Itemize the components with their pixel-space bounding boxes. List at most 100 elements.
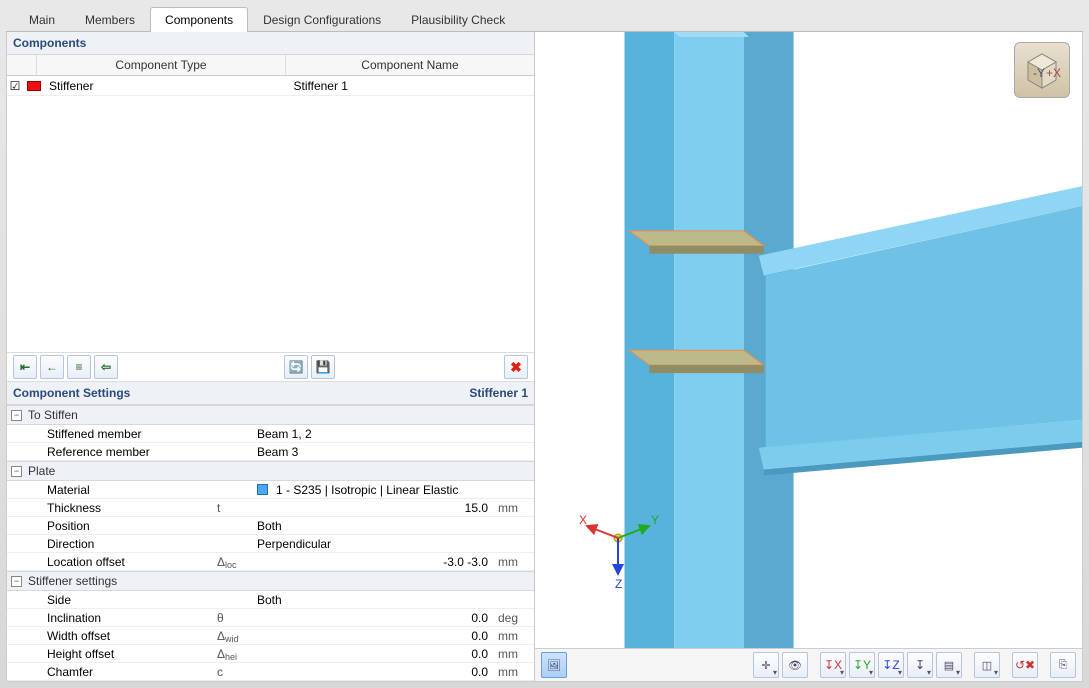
prop-row[interactable]: Material 1 - S235 | Isotropic | Linear El… — [7, 481, 534, 499]
prop-value[interactable]: 15.0 — [257, 501, 492, 515]
prop-row[interactable]: Inclinationθ0.0deg — [7, 609, 534, 627]
axes-toggle-button[interactable]: ✛ — [753, 652, 779, 678]
prop-row[interactable]: Location offsetΔloc-3.0 -3.0mm — [7, 553, 534, 571]
view-x-button[interactable]: ↧X — [820, 652, 846, 678]
prop-label: Side — [27, 593, 217, 607]
components-grid-body[interactable]: ☑ Stiffener Stiffener 1 — [7, 76, 534, 352]
prop-section-head[interactable]: −Plate — [7, 461, 534, 481]
prop-unit: mm — [492, 647, 534, 661]
viewport-3d[interactable]: -Y +X X Y Z — [535, 32, 1082, 648]
view-z-button[interactable]: ↧Z — [878, 652, 904, 678]
view-fit-button[interactable]: 👁 — [782, 652, 808, 678]
view-mode-button[interactable]: 🖼 — [541, 652, 567, 678]
prop-section-head[interactable]: −To Stiffen — [7, 405, 534, 425]
prop-row[interactable]: Reference member Beam 3 — [7, 443, 534, 461]
prop-label: Location offset — [27, 555, 217, 569]
right-pane: -Y +X X Y Z — [535, 32, 1082, 681]
prop-value[interactable]: Perpendicular — [257, 537, 492, 551]
prop-row[interactable]: Direction Perpendicular — [7, 535, 534, 553]
tab-components[interactable]: Components — [150, 7, 248, 32]
prop-symbol: θ — [217, 611, 257, 625]
prop-section-title: Stiffener settings — [28, 574, 117, 588]
components-toolbar: ⇤ ← ≡ ⇦ 🔄 💾 ✖ — [7, 352, 534, 382]
svg-text:+X: +X — [1046, 66, 1061, 80]
prop-value[interactable]: 0.0 — [257, 647, 492, 661]
expander-icon[interactable]: − — [11, 410, 22, 421]
refresh-button[interactable]: 🔄 — [284, 355, 308, 379]
components-title: Components — [13, 36, 86, 50]
table-row[interactable]: ☑ Stiffener Stiffener 1 — [7, 76, 534, 96]
prop-label: Direction — [27, 537, 217, 551]
prop-row[interactable]: Side Both — [7, 591, 534, 609]
prop-value[interactable]: 0.0 — [257, 665, 492, 679]
view-reset-button[interactable]: ↺✖ — [1012, 652, 1038, 678]
property-grid[interactable]: −To StiffenStiffened memberBeam 1, 2Refe… — [7, 405, 534, 681]
prop-section-head[interactable]: −Stiffener settings — [7, 571, 534, 591]
prop-label: Chamfer — [27, 665, 217, 679]
components-panel-header: Components — [7, 32, 534, 55]
col-component-name[interactable]: Component Name — [286, 55, 534, 75]
tab-members[interactable]: Members — [70, 7, 150, 32]
row-checkbox[interactable]: ☑ — [7, 79, 23, 93]
prop-row[interactable]: Position Both — [7, 517, 534, 535]
prop-unit: mm — [492, 629, 534, 643]
prop-label: Material — [27, 483, 217, 497]
prop-symbol: Δloc — [217, 555, 257, 569]
prop-symbol: Δhei — [217, 647, 257, 661]
prop-unit: mm — [492, 665, 534, 679]
save-button[interactable]: 💾 — [311, 355, 335, 379]
col-component-type[interactable]: Component Type — [37, 55, 286, 75]
tab-plausibility-check[interactable]: Plausibility Check — [396, 7, 520, 32]
prop-label: Width offset — [27, 629, 217, 643]
left-pane: Components Component Type Component Name… — [7, 32, 535, 681]
prop-value[interactable]: Beam 3 — [257, 445, 492, 459]
prop-value[interactable]: -3.0 -3.0 — [257, 555, 492, 569]
prop-row[interactable]: Thicknesst15.0mm — [7, 499, 534, 517]
move-first-button[interactable]: ⇤ — [13, 355, 37, 379]
navigation-cube[interactable]: -Y +X — [1014, 42, 1070, 98]
view-iso-button[interactable]: ↧ — [907, 652, 933, 678]
settings-panel-header: Component Settings Stiffener 1 — [7, 382, 534, 405]
row-color-swatch[interactable] — [27, 81, 41, 91]
expander-icon[interactable]: − — [11, 576, 22, 587]
prop-label: Thickness — [27, 501, 217, 515]
prop-label: Height offset — [27, 647, 217, 661]
view-cube-button[interactable]: ◫ — [974, 652, 1000, 678]
prop-value[interactable]: 0.0 — [257, 629, 492, 643]
prop-value[interactable]: 1 - S235 | Isotropic | Linear Elastic — [257, 483, 492, 497]
svg-text:Y: Y — [651, 513, 659, 527]
prop-row[interactable]: Height offsetΔhei0.0mm — [7, 645, 534, 663]
tab-main[interactable]: Main — [14, 7, 70, 32]
settings-subtitle: Stiffener 1 — [469, 386, 528, 400]
svg-text:X: X — [579, 513, 587, 527]
prop-value[interactable]: 0.0 — [257, 611, 492, 625]
prop-label: Reference member — [27, 445, 217, 459]
expander-icon[interactable]: − — [11, 466, 22, 477]
svg-text:Z: Z — [615, 577, 622, 591]
row-type: Stiffener — [45, 79, 290, 93]
prop-symbol: t — [217, 501, 257, 515]
prop-value[interactable]: Both — [257, 593, 492, 607]
list-button[interactable]: ≡ — [67, 355, 91, 379]
axis-triad: X Y Z — [575, 508, 661, 594]
move-left-button[interactable]: ← — [40, 355, 64, 379]
view-layers-button[interactable]: ▤ — [936, 652, 962, 678]
prop-symbol: Δwid — [217, 629, 257, 643]
svg-text:-Y: -Y — [1033, 66, 1045, 80]
view-y-button[interactable]: ↧Y — [849, 652, 875, 678]
prop-unit: mm — [492, 555, 534, 569]
prop-section-title: To Stiffen — [28, 408, 78, 422]
row-name: Stiffener 1 — [290, 79, 535, 93]
prop-label: Position — [27, 519, 217, 533]
view-expand-button[interactable]: ⎘ — [1050, 652, 1076, 678]
prop-unit: mm — [492, 501, 534, 515]
prop-row[interactable]: Stiffened member Beam 1, 2 — [7, 425, 534, 443]
prop-row[interactable]: Width offsetΔwid0.0mm — [7, 627, 534, 645]
prop-row[interactable]: Chamferc0.0mm — [7, 663, 534, 681]
list-move-button[interactable]: ⇦ — [94, 355, 118, 379]
prop-label: Stiffened member — [27, 427, 217, 441]
prop-value[interactable]: Beam 1, 2 — [257, 427, 492, 441]
prop-value[interactable]: Both — [257, 519, 492, 533]
tab-design-configurations[interactable]: Design Configurations — [248, 7, 396, 32]
delete-button[interactable]: ✖ — [504, 355, 528, 379]
